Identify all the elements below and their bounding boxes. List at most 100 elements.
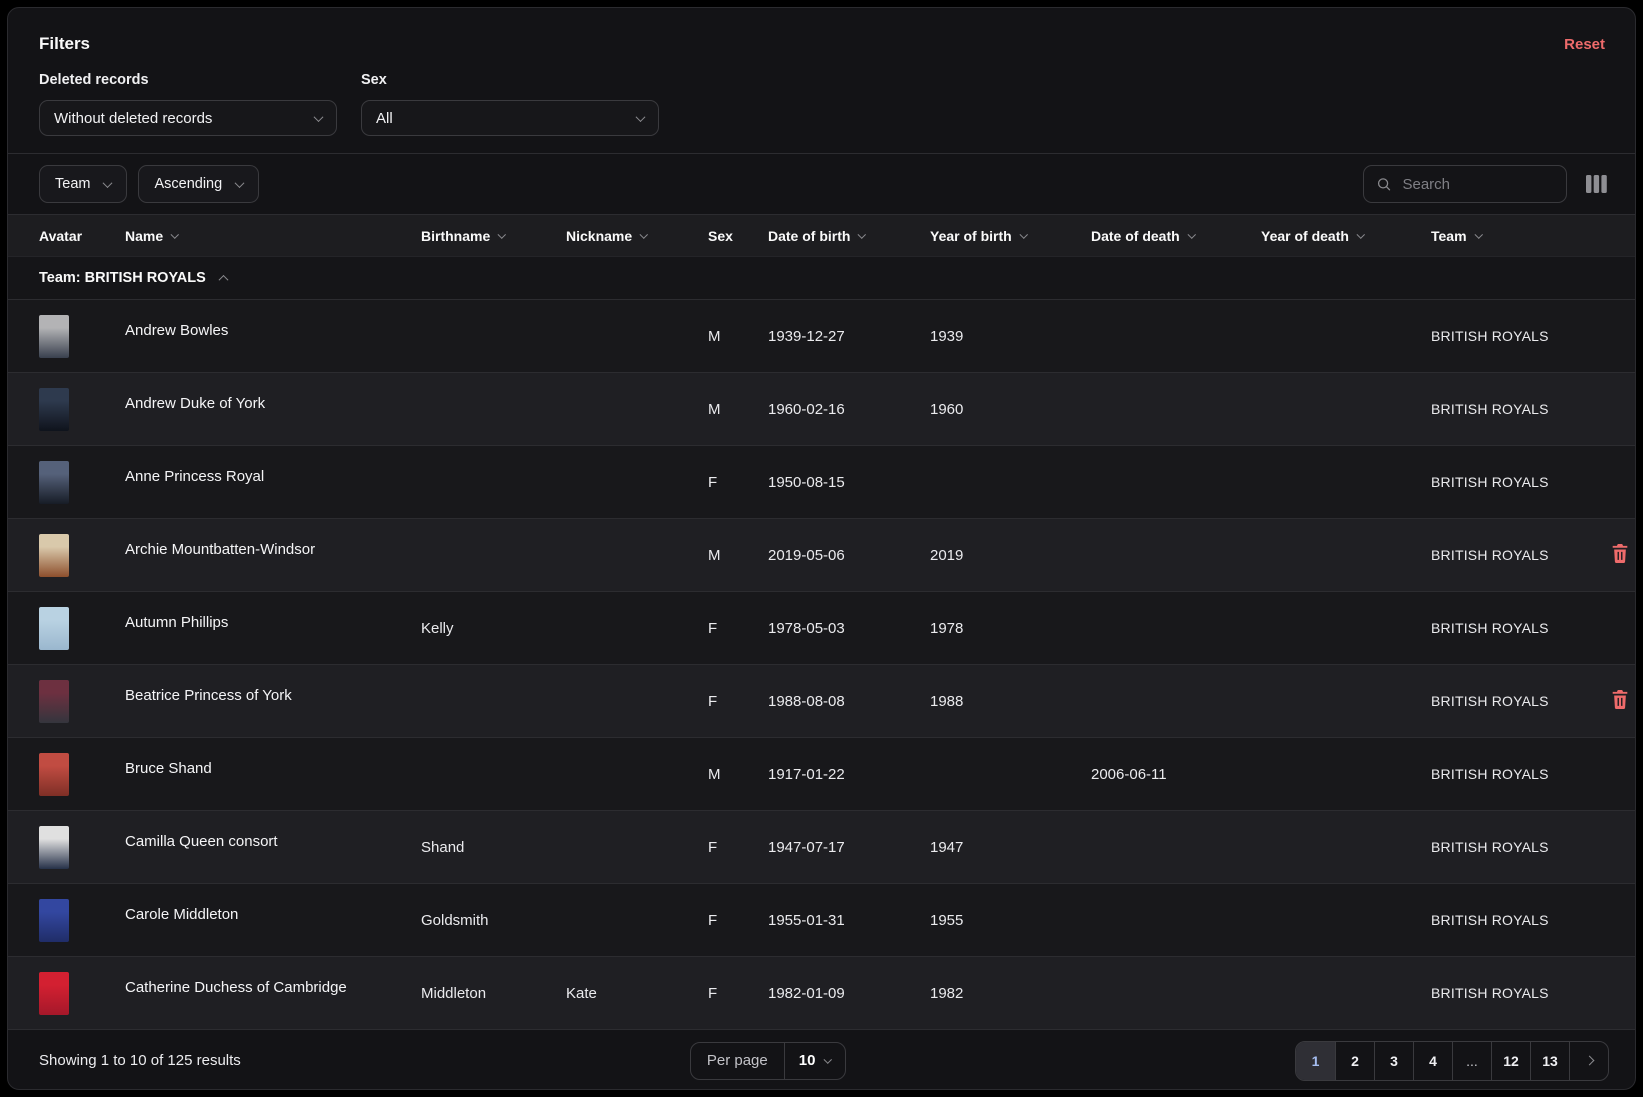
row-date-of-birth: 1978-05-03 <box>768 620 930 637</box>
table-row[interactable]: Bruce Shand M 1917-01-22 2006-06-11 BRIT… <box>8 737 1635 810</box>
table-body: Andrew Bowles M 1939-12-27 1939 BRITISH … <box>8 299 1635 1029</box>
pagination: 1234...1213 <box>1295 1041 1609 1081</box>
column-header-label: Name <box>125 228 163 244</box>
filters-section: Filters Reset Deleted records Without de… <box>8 8 1635 153</box>
deleted-records-value: Without deleted records <box>54 110 212 127</box>
page-ellipsis[interactable]: ... <box>1452 1042 1491 1080</box>
column-header-date-of-death[interactable]: Date of death <box>1091 228 1261 244</box>
column-header-label: Birthname <box>421 228 490 244</box>
deleted-records-select[interactable]: Without deleted records <box>39 100 337 136</box>
table-row[interactable]: Archie Mountbatten-Windsor M 2019-05-06 … <box>8 518 1635 591</box>
row-team: BRITISH ROYALS <box>1431 912 1609 928</box>
row-team: BRITISH ROYALS <box>1431 985 1609 1001</box>
avatar <box>39 680 69 723</box>
table-row[interactable]: Catherine Duchess of Cambridge Middleton… <box>8 956 1635 1029</box>
next-page-button[interactable] <box>1569 1042 1608 1080</box>
row-birthname: Shand <box>421 839 566 856</box>
chevron-down-icon <box>103 178 113 188</box>
chevron-down-icon <box>640 230 648 238</box>
table-row[interactable]: Andrew Duke of York M 1960-02-16 1960 BR… <box>8 372 1635 445</box>
filters-title: Filters <box>39 34 90 54</box>
group-row-british-royals[interactable]: Team: BRITISH ROYALS <box>8 256 1635 299</box>
delete-row-button[interactable] <box>1609 688 1631 714</box>
page-button-4[interactable]: 4 <box>1413 1042 1452 1080</box>
row-team: BRITISH ROYALS <box>1431 839 1609 855</box>
table-toolbar: Team Ascending <box>8 153 1635 214</box>
page-button-1[interactable]: 1 <box>1296 1042 1335 1080</box>
column-header-label: Sex <box>708 228 733 244</box>
chevron-down-icon <box>498 230 506 238</box>
table-row[interactable]: Anne Princess Royal F 1950-08-15 BRITISH… <box>8 445 1635 518</box>
columns-icon <box>1586 175 1607 193</box>
page-button-3[interactable]: 3 <box>1374 1042 1413 1080</box>
page-button-12[interactable]: 12 <box>1491 1042 1530 1080</box>
row-name: Autumn Phillips <box>125 592 421 631</box>
reset-filters-button[interactable]: Reset <box>1564 36 1605 53</box>
sex-select[interactable]: All <box>361 100 659 136</box>
data-browser-card: Filters Reset Deleted records Without de… <box>7 7 1636 1090</box>
columns-visibility-button[interactable] <box>1584 173 1609 195</box>
trash-icon <box>1611 690 1629 709</box>
sort-direction-value: Ascending <box>154 176 222 192</box>
column-header-label: Year of death <box>1261 228 1349 244</box>
row-team: BRITISH ROYALS <box>1431 620 1609 636</box>
row-date-of-birth: 1982-01-09 <box>768 985 930 1002</box>
row-sex: F <box>708 474 768 491</box>
search-input[interactable] <box>1400 175 1554 194</box>
avatar <box>39 461 69 504</box>
avatar <box>39 315 69 358</box>
row-team: BRITISH ROYALS <box>1431 547 1609 563</box>
column-header-avatar: Avatar <box>39 228 125 244</box>
column-header-year-of-death[interactable]: Year of death <box>1261 228 1431 244</box>
row-birthname: Goldsmith <box>421 912 566 929</box>
row-name: Anne Princess Royal <box>125 446 421 485</box>
row-date-of-birth: 1917-01-22 <box>768 766 930 783</box>
chevron-down-icon <box>858 230 866 238</box>
row-team: BRITISH ROYALS <box>1431 474 1609 490</box>
column-header-date-of-birth[interactable]: Date of birth <box>768 228 930 244</box>
row-sex: F <box>708 839 768 856</box>
row-sex: F <box>708 620 768 637</box>
column-header-label: Nickname <box>566 228 632 244</box>
table-row[interactable]: Carole Middleton Goldsmith F 1955-01-31 … <box>8 883 1635 956</box>
row-sex: M <box>708 766 768 783</box>
page-button-2[interactable]: 2 <box>1335 1042 1374 1080</box>
row-sex: M <box>708 401 768 418</box>
row-sex: F <box>708 693 768 710</box>
chevron-down-icon <box>171 230 179 238</box>
row-name: Andrew Duke of York <box>125 373 421 412</box>
sort-direction-select[interactable]: Ascending <box>138 165 259 203</box>
row-date-of-death: 2006-06-11 <box>1091 766 1261 783</box>
table-row[interactable]: Andrew Bowles M 1939-12-27 1939 BRITISH … <box>8 299 1635 372</box>
row-name: Camilla Queen consort <box>125 811 421 850</box>
column-header-name[interactable]: Name <box>125 228 421 244</box>
search-box <box>1363 165 1567 203</box>
column-header-year-of-birth[interactable]: Year of birth <box>930 228 1091 244</box>
table-row[interactable]: Beatrice Princess of York F 1988-08-08 1… <box>8 664 1635 737</box>
sort-field-select[interactable]: Team <box>39 165 127 203</box>
chevron-right-icon <box>1584 1056 1594 1066</box>
avatar <box>39 753 69 796</box>
row-year-of-birth: 1947 <box>930 839 1091 856</box>
column-header-team[interactable]: Team <box>1431 228 1609 244</box>
column-header-nickname[interactable]: Nickname <box>566 228 708 244</box>
column-header-birthname[interactable]: Birthname <box>421 228 566 244</box>
delete-row-button[interactable] <box>1609 542 1631 568</box>
per-page-value: 10 <box>799 1052 816 1069</box>
row-date-of-birth: 1955-01-31 <box>768 912 930 929</box>
chevron-down-icon <box>1188 230 1196 238</box>
row-name: Bruce Shand <box>125 738 421 777</box>
table-row[interactable]: Camilla Queen consort Shand F 1947-07-17… <box>8 810 1635 883</box>
table-row[interactable]: Autumn Phillips Kelly F 1978-05-03 1978 … <box>8 591 1635 664</box>
page-button-13[interactable]: 13 <box>1530 1042 1569 1080</box>
row-sex: F <box>708 912 768 929</box>
row-name: Catherine Duchess of Cambridge <box>125 957 421 996</box>
column-header-label: Date of death <box>1091 228 1180 244</box>
avatar <box>39 607 69 650</box>
column-header-sex: Sex <box>708 228 768 244</box>
per-page-select[interactable]: Per page 10 <box>690 1042 846 1080</box>
search-icon <box>1376 175 1391 193</box>
chevron-down-icon <box>1357 230 1365 238</box>
per-page-label: Per page <box>691 1043 784 1079</box>
row-date-of-birth: 1988-08-08 <box>768 693 930 710</box>
